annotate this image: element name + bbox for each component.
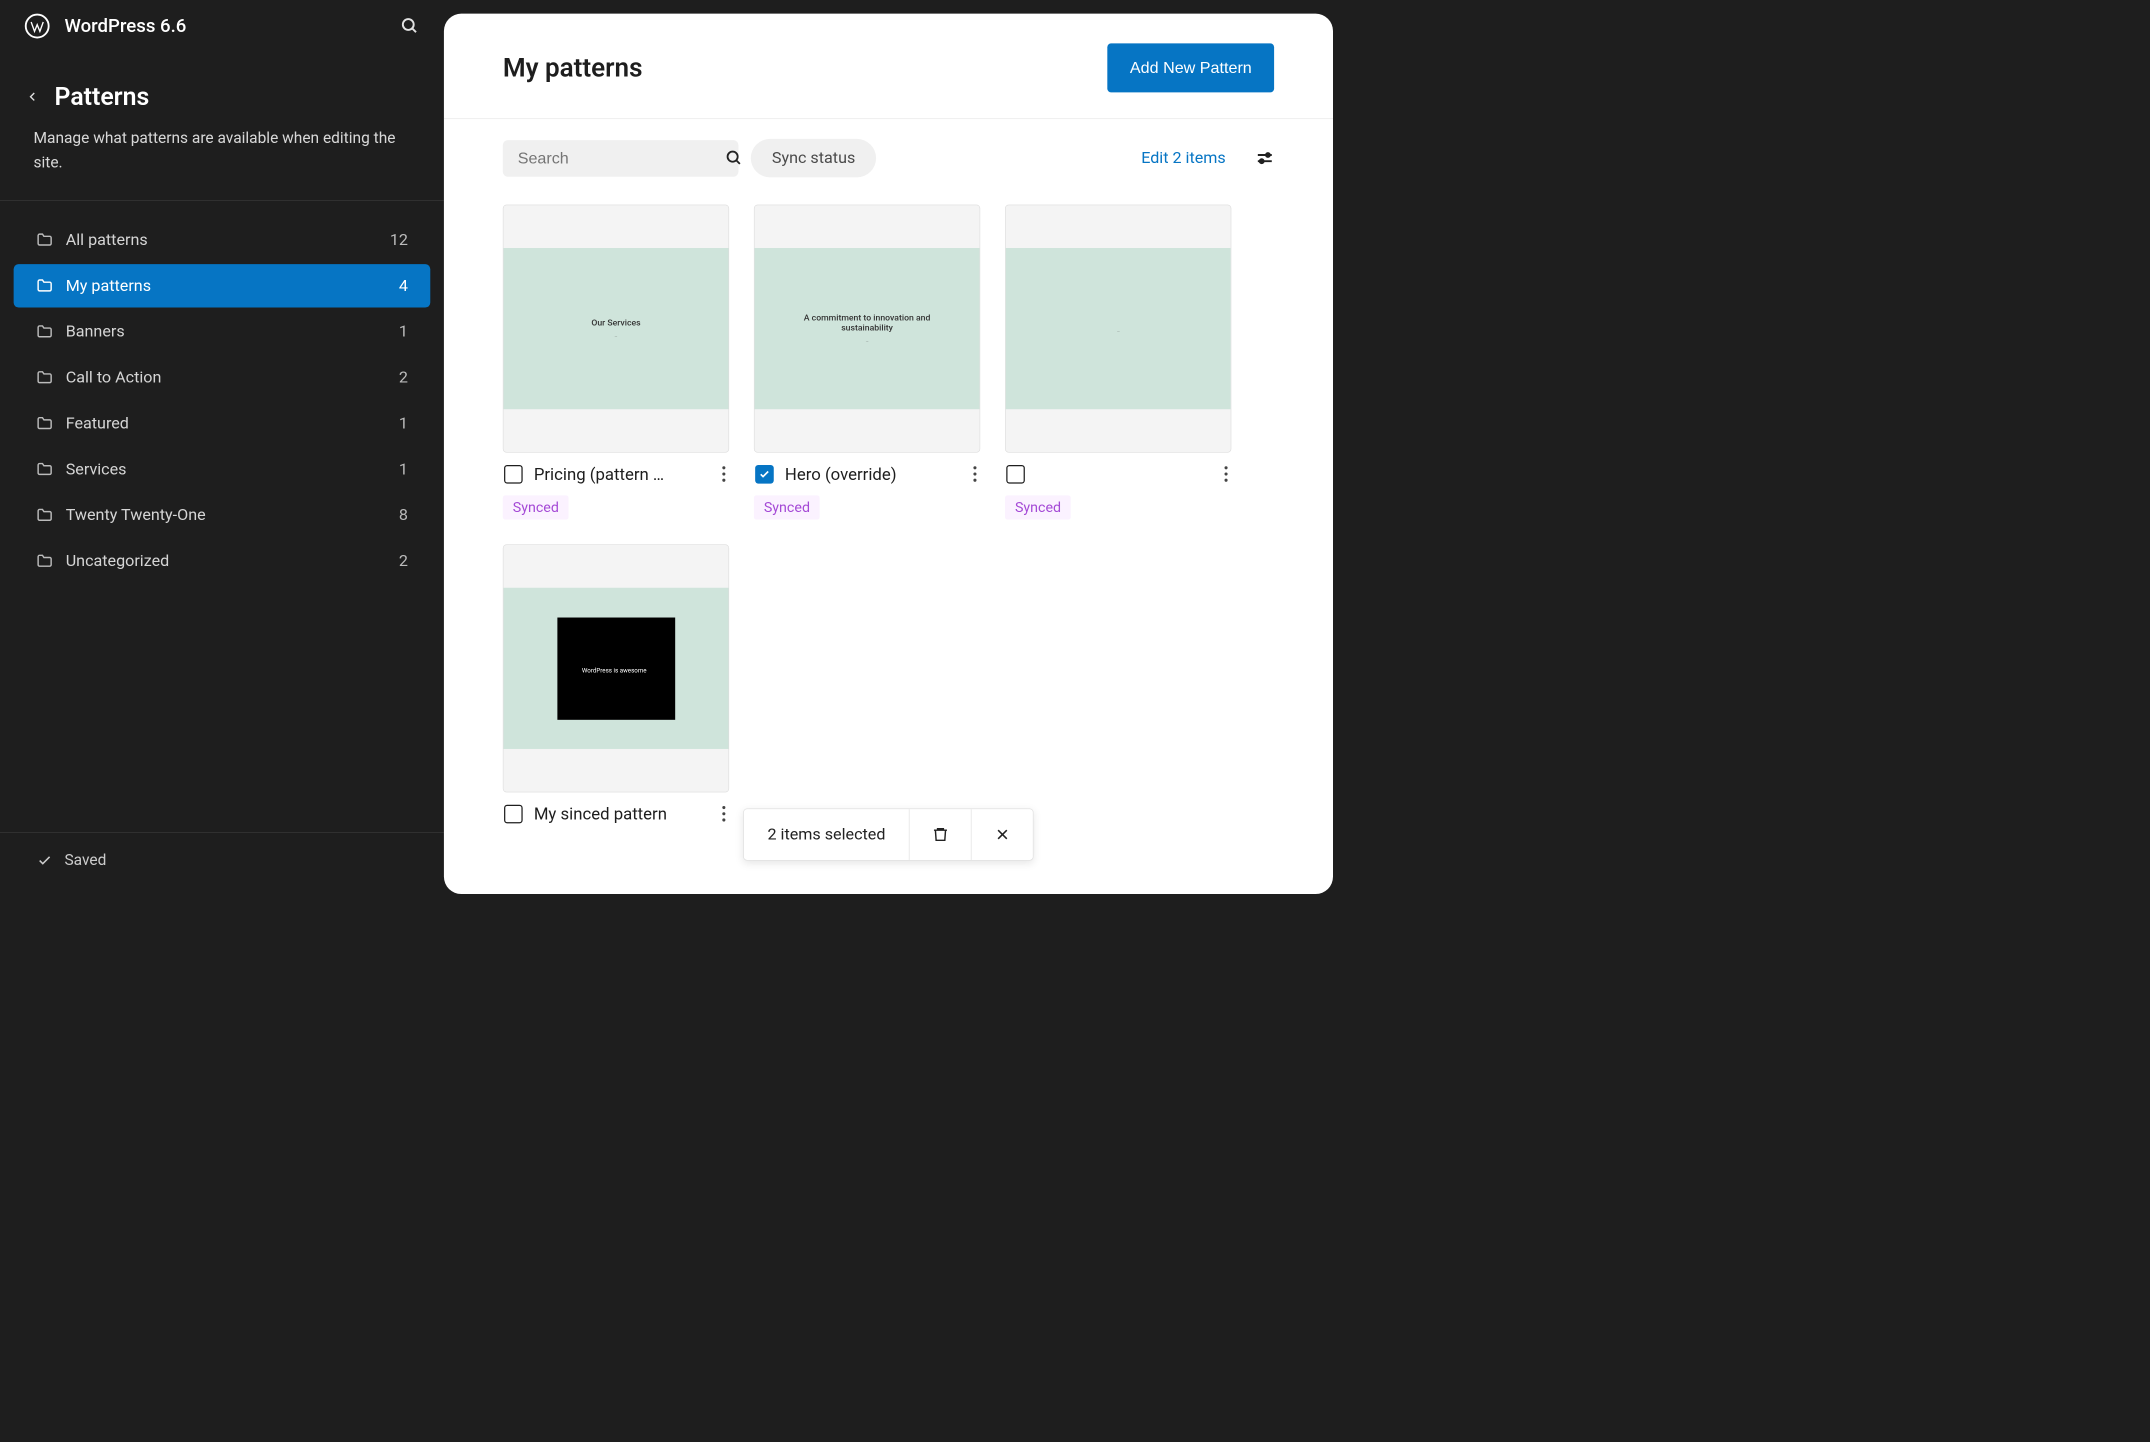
pattern-card: Our Services… Pricing (pattern … Synced xyxy=(503,205,729,520)
category-count: 8 xyxy=(399,506,408,525)
edit-items-link[interactable]: Edit 2 items xyxy=(1141,149,1226,168)
more-actions-icon[interactable] xyxy=(720,804,728,824)
delete-selected-button[interactable] xyxy=(909,809,971,860)
page-title: My patterns xyxy=(503,53,643,83)
card-checkbox[interactable] xyxy=(504,804,523,823)
toast-label: 2 items selected xyxy=(744,809,909,860)
sync-badge: Synced xyxy=(1005,495,1071,519)
category-count: 1 xyxy=(399,322,408,341)
more-actions-icon[interactable] xyxy=(720,464,728,484)
toolbar: Sync status Edit 2 items xyxy=(444,119,1333,190)
sidebar-item-twenty-twenty-one[interactable]: Twenty Twenty-One 8 xyxy=(14,493,431,536)
category-label: Services xyxy=(66,460,387,479)
category-label: Call to Action xyxy=(66,368,387,387)
main-panel: My patterns Add New Pattern Sync status … xyxy=(444,14,1333,894)
saved-label: Saved xyxy=(64,851,106,869)
settings-icon[interactable] xyxy=(1256,149,1275,168)
pattern-card: … Synced xyxy=(1005,205,1231,520)
category-label: My patterns xyxy=(66,276,387,295)
selection-toast: 2 items selected xyxy=(743,808,1033,860)
sidebar-item-my-patterns[interactable]: My patterns 4 xyxy=(14,264,431,307)
category-count: 4 xyxy=(399,276,408,295)
sidebar-item-uncategorized[interactable]: Uncategorized 2 xyxy=(14,539,431,582)
pattern-title: My sinced pattern xyxy=(534,804,709,824)
category-label: Twenty Twenty-One xyxy=(66,506,387,525)
sync-badge: Synced xyxy=(503,495,569,519)
search-icon[interactable] xyxy=(725,149,742,166)
thumb-preview: A commitment to innovation and sustainab… xyxy=(755,248,980,409)
sync-status-filter[interactable]: Sync status xyxy=(751,139,877,177)
back-icon[interactable] xyxy=(27,88,38,105)
pattern-thumbnail[interactable]: A commitment to innovation and sustainab… xyxy=(754,205,980,453)
category-count: 1 xyxy=(399,460,408,479)
global-search-icon[interactable] xyxy=(401,17,420,36)
saved-status: Saved xyxy=(0,832,444,894)
card-checkbox[interactable] xyxy=(504,465,523,484)
card-checkbox[interactable] xyxy=(1006,465,1025,484)
category-count: 12 xyxy=(390,230,408,249)
check-icon xyxy=(37,853,52,868)
card-checkbox[interactable] xyxy=(755,465,774,484)
pattern-title: Hero (override) xyxy=(785,464,960,484)
category-label: All patterns xyxy=(66,230,378,249)
pattern-grid: Our Services… Pricing (pattern … Synced A c… xyxy=(444,190,1333,864)
pattern-thumbnail[interactable]: … xyxy=(1005,205,1231,453)
close-toast-button[interactable] xyxy=(971,809,1033,860)
category-list: All patterns12My patterns4Banners1Call t… xyxy=(0,218,444,832)
pattern-title: Pricing (pattern … xyxy=(534,464,709,484)
sync-badge: Synced xyxy=(754,495,820,519)
sidebar-item-all-patterns[interactable]: All patterns 12 xyxy=(14,218,431,261)
wordpress-logo-icon[interactable] xyxy=(25,14,50,39)
pattern-card: WordPress is awesome My sinced pattern xyxy=(503,544,729,826)
category-count: 2 xyxy=(399,368,408,387)
more-actions-icon[interactable] xyxy=(1222,464,1230,484)
add-new-pattern-button[interactable]: Add New Pattern xyxy=(1108,43,1275,92)
thumb-preview: … xyxy=(1006,248,1231,409)
sidebar-item-call-to-action[interactable]: Call to Action 2 xyxy=(14,356,431,399)
thumb-preview: WordPress is awesome xyxy=(557,617,675,719)
category-count: 1 xyxy=(399,414,408,433)
sidebar-top: WordPress 6.6 xyxy=(0,14,444,64)
more-actions-icon[interactable] xyxy=(971,464,979,484)
app-title: WordPress 6.6 xyxy=(64,15,186,37)
search-input[interactable] xyxy=(518,148,726,167)
sidebar-item-featured[interactable]: Featured 1 xyxy=(14,401,431,444)
nav-header: Patterns xyxy=(0,63,444,121)
main-header: My patterns Add New Pattern xyxy=(444,14,1333,119)
category-label: Featured xyxy=(66,414,387,433)
category-count: 2 xyxy=(399,551,408,570)
sidebar-item-banners[interactable]: Banners 1 xyxy=(14,310,431,353)
sidebar: WordPress 6.6 Patterns Manage what patte… xyxy=(0,0,444,894)
pattern-thumbnail[interactable]: Our Services… xyxy=(503,205,729,453)
nav-title: Patterns xyxy=(55,82,150,111)
nav-description: Manage what patterns are available when … xyxy=(0,121,444,201)
sidebar-item-services[interactable]: Services 1 xyxy=(14,447,431,490)
category-label: Banners xyxy=(66,322,387,341)
category-label: Uncategorized xyxy=(66,551,387,570)
thumb-preview: Our Services… xyxy=(503,248,728,409)
pattern-card: A commitment to innovation and sustainab… xyxy=(754,205,980,520)
pattern-thumbnail[interactable]: WordPress is awesome xyxy=(503,544,729,792)
search-box[interactable] xyxy=(503,140,739,177)
